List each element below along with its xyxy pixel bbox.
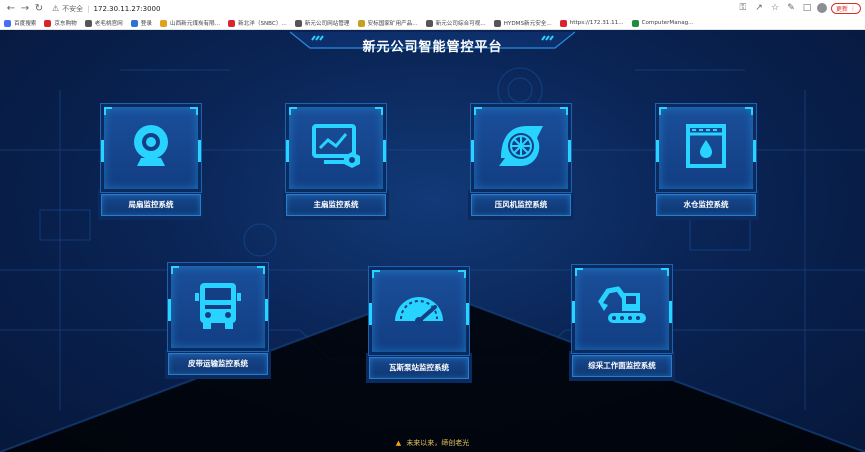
share-icon[interactable]: ↗	[753, 1, 765, 15]
excavator-icon	[597, 286, 646, 323]
bookmark-item[interactable]: 新元公司综合可视...	[425, 19, 486, 27]
bookmark-favicon-icon	[493, 19, 501, 27]
tile-label: 水仓监控系统	[656, 194, 756, 216]
bookmark-label: ComputerManag...	[641, 20, 694, 26]
tile-label: 局扇监控系统	[101, 194, 201, 216]
bookmark-favicon-icon	[44, 19, 52, 27]
footer: ▲ 未来以来，缔创老光	[0, 438, 865, 448]
water-tank-icon	[686, 124, 726, 168]
bookmark-label: 百度搜索	[14, 21, 37, 27]
browser-toolbar: ← → ↻ ⚠ 不安全 | 172.30.11.27:3000 ⚿ ↗ ☆ ✎ …	[0, 0, 865, 17]
bookmark-item[interactable]: 安标国家矿用产品...	[357, 19, 418, 27]
bookmark-favicon-icon	[130, 19, 138, 27]
bookmark-favicon-icon	[4, 19, 11, 27]
key-icon[interactable]: ⚿	[737, 1, 749, 15]
tile-label: 主扇监控系统	[286, 194, 386, 216]
logo-icon: ▲	[395, 439, 402, 447]
bookmark-item[interactable]: 新元公司网站管理	[294, 19, 350, 27]
reload-icon[interactable]: ↻	[32, 2, 46, 16]
address-bar[interactable]: ⚠ 不安全 | 172.30.11.27:3000	[52, 2, 160, 16]
bookmark-label: 新元公司网站管理	[304, 21, 350, 27]
bookmark-label: 老毛桃官网	[94, 21, 123, 27]
bookmark-favicon-icon	[294, 19, 302, 27]
bookmark-label: HYDMS新元安全...	[503, 21, 552, 27]
bookmark-label: 京东购物	[54, 21, 77, 27]
more-icon: ⋮	[850, 4, 856, 12]
gauge-icon	[395, 297, 443, 325]
bookmark-item[interactable]: 登录	[130, 19, 152, 27]
bookmarks-bar: 百度搜索 京东购物 老毛桃官网 登录 山西新元煤炭有限... 新北洋（SNBC）... 新元…	[0, 17, 865, 30]
tile-label: 综采工作面监控系统	[572, 355, 672, 377]
tile-label: 皮带运输监控系统	[168, 353, 268, 375]
monitor-settings-icon	[312, 124, 360, 168]
bookmark-item[interactable]: ComputerManag...	[631, 19, 694, 27]
page-title: 新元公司智能管控平台	[362, 40, 503, 55]
bookmark-label: 山西新元煤炭有限...	[169, 21, 221, 27]
update-label: 更新	[835, 5, 848, 13]
bookmark-label: https://172.31.11...	[569, 20, 624, 26]
bookmark-item[interactable]: 百度搜索	[4, 19, 36, 27]
update-button[interactable]: 更新 ⋮	[830, 2, 861, 14]
security-label: 不安全	[62, 4, 84, 13]
bookmark-item[interactable]: 新北洋（SNBC）...	[228, 19, 287, 27]
bookmark-favicon-icon	[559, 19, 567, 27]
bookmark-item[interactable]: 山西新元煤炭有限...	[159, 19, 221, 27]
bookmark-label: 新北洋（SNBC）...	[238, 21, 287, 27]
truck-icon	[195, 283, 241, 329]
profile-avatar[interactable]	[816, 3, 827, 13]
url-text: 172.30.11.27:3000	[93, 4, 161, 13]
bookmark-label: 登录	[140, 21, 152, 27]
bookmark-item[interactable]: 老毛桃官网	[84, 19, 123, 27]
bookmark-favicon-icon	[228, 19, 236, 27]
bookmark-item[interactable]: 京东购物	[44, 19, 77, 27]
forward-icon[interactable]: →	[18, 2, 32, 16]
bookmark-favicon-icon	[425, 19, 433, 27]
extensions-icon[interactable]: ✎	[785, 1, 797, 15]
bookmark-favicon-icon	[84, 19, 92, 27]
address-separator: |	[87, 4, 90, 13]
bookmark-item[interactable]: HYDMS新元安全...	[493, 19, 552, 27]
tile-label: 压风机监控系统	[471, 194, 571, 216]
bookmark-favicon-icon	[631, 19, 639, 27]
side-panel-icon[interactable]: □	[801, 1, 813, 15]
browser-right-tools: ⚿ ↗ ☆ ✎ □ 更新 ⋮	[737, 1, 861, 15]
app-page: 新元公司智能管控平台 局扇监控系统 主扇监控系统 压风机监控系统 水仓监控系统 …	[0, 30, 865, 452]
back-icon[interactable]: ←	[4, 2, 18, 16]
webcam-icon	[134, 125, 168, 166]
bookmark-favicon-icon	[159, 19, 167, 27]
air-compressor-icon	[499, 126, 543, 166]
warning-icon: ⚠	[52, 4, 60, 13]
star-icon[interactable]: ☆	[769, 1, 781, 15]
background-decoration	[0, 67, 865, 452]
bookmark-label: 安标国家矿用产品...	[367, 21, 418, 27]
footer-slogan: 未来以来，缔创老光	[406, 439, 470, 447]
bookmark-label: 新元公司综合可视...	[435, 21, 486, 27]
bookmark-favicon-icon	[357, 19, 365, 27]
bookmark-item[interactable]: https://172.31.11...	[559, 19, 624, 27]
tile-label: 瓦斯泵站监控系统	[369, 357, 469, 379]
